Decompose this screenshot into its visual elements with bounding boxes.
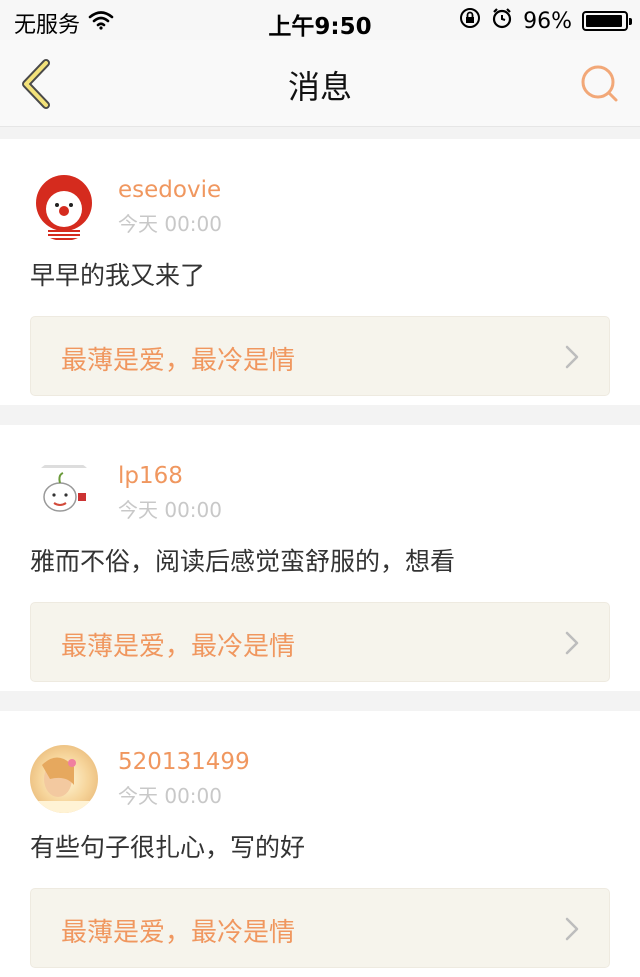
chevron-right-icon (565, 631, 579, 655)
page-title: 消息 (287, 68, 352, 106)
username[interactable]: lp168 (118, 463, 183, 489)
message-text: 有些句子很扎心，写的好 (30, 833, 306, 862)
search-icon (581, 65, 618, 102)
quote-link[interactable]: 最薄是爱，最冷是情 (30, 888, 610, 968)
username[interactable]: 520131499 (118, 749, 250, 775)
timestamp: 今天 00:00 (118, 212, 222, 236)
nav-bar: 消息 (0, 40, 640, 127)
battery-percent: 96% (523, 8, 572, 34)
username[interactable]: esedovie (118, 177, 221, 203)
quote-text: 最薄是爱，最冷是情 (61, 632, 296, 662)
avatar[interactable] (30, 173, 98, 241)
chevron-right-icon (565, 345, 579, 369)
timestamp: 今天 00:00 (118, 784, 222, 808)
avatar[interactable] (30, 459, 98, 527)
alarm-icon (491, 7, 513, 35)
divider (0, 127, 640, 139)
avatar[interactable] (30, 745, 98, 813)
clown-avatar-icon (30, 173, 98, 241)
message-text: 雅而不俗，阅读后感觉蛮舒服的，想看 (30, 547, 456, 576)
message-card: 520131499 今天 00:00 有些句子很扎心，写的好 最薄是爱，最冷是情 (0, 711, 640, 977)
timestamp: 今天 00:00 (118, 498, 222, 522)
chevron-right-icon (565, 917, 579, 941)
message-list: esedovie 今天 00:00 早早的我又来了 最薄是爱，最冷是情 lp16… (0, 127, 640, 977)
status-right: 96% (459, 7, 632, 35)
girl-avatar-icon (30, 745, 98, 813)
quote-text: 最薄是爱，最冷是情 (61, 346, 296, 376)
quote-link[interactable]: 最薄是爱，最冷是情 (30, 602, 610, 682)
rotation-lock-icon (459, 7, 481, 35)
quote-link[interactable]: 最薄是爱，最冷是情 (30, 316, 610, 396)
status-bar: 无服务 上午9:50 96% (0, 0, 640, 40)
message-card: esedovie 今天 00:00 早早的我又来了 最薄是爱，最冷是情 (0, 139, 640, 405)
search-button[interactable] (578, 62, 622, 106)
quote-text: 最薄是爱，最冷是情 (61, 918, 296, 948)
cartoon-avatar-icon (30, 459, 98, 527)
message-card: lp168 今天 00:00 雅而不俗，阅读后感觉蛮舒服的，想看 最薄是爱，最冷… (0, 425, 640, 691)
message-text: 早早的我又来了 (30, 261, 206, 290)
divider (0, 691, 640, 711)
divider (0, 405, 640, 425)
battery-icon (582, 11, 632, 31)
battery-fill (586, 15, 623, 27)
